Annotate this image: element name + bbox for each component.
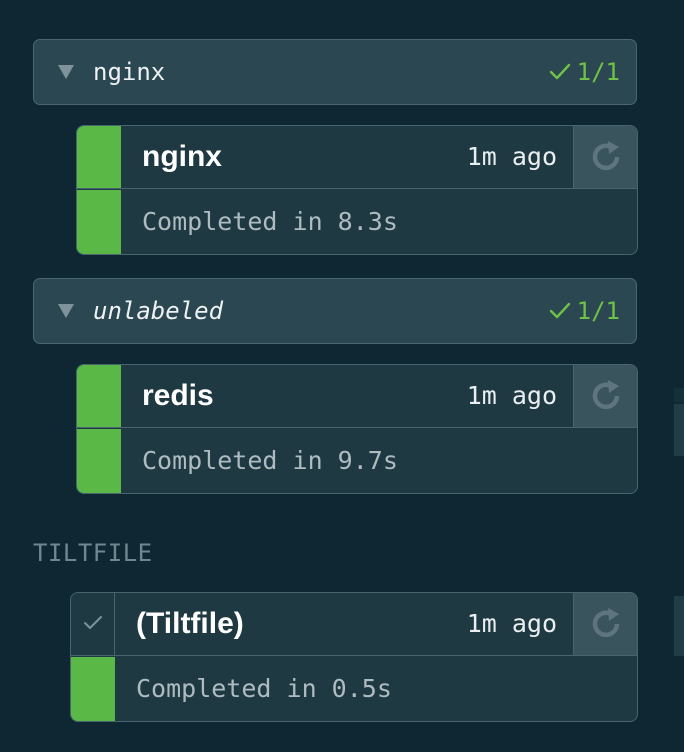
group-count-text: 1/1 xyxy=(576,297,620,325)
group-status-count: 1/1 xyxy=(549,296,620,326)
refresh-icon xyxy=(592,380,619,410)
resource-status: Completed in 9.7s xyxy=(142,446,398,475)
group-header-nginx[interactable]: nginx 1/1 xyxy=(33,39,637,105)
section-label-tiltfile: TILTFILE xyxy=(33,539,153,567)
edge-mark xyxy=(674,404,684,456)
status-stripe xyxy=(77,365,121,427)
status-stripe xyxy=(77,126,121,188)
trigger-update-button[interactable] xyxy=(573,593,637,655)
edge-mark xyxy=(674,596,684,656)
group-name: unlabeled xyxy=(93,297,224,325)
group-name: nginx xyxy=(93,58,166,86)
resource-card-redis[interactable]: redis 1m ago Completed in 9.7s xyxy=(76,364,638,494)
resource-name[interactable]: redis xyxy=(142,379,214,413)
refresh-icon xyxy=(592,141,619,171)
group-count-text: 1/1 xyxy=(576,58,620,86)
status-stripe xyxy=(71,593,115,655)
check-icon xyxy=(84,616,102,629)
status-stripe xyxy=(77,429,121,493)
check-icon xyxy=(549,302,570,319)
refresh-icon xyxy=(592,608,619,638)
status-stripe xyxy=(77,190,121,254)
trigger-update-button[interactable] xyxy=(573,126,637,188)
resource-age: 1m ago xyxy=(466,142,557,171)
check-icon xyxy=(549,63,570,80)
right-edge-strip xyxy=(670,0,684,752)
card-divider xyxy=(77,427,637,428)
group-status-count: 1/1 xyxy=(549,57,620,87)
resource-name[interactable]: nginx xyxy=(142,140,222,174)
caret-down-icon[interactable] xyxy=(58,304,74,318)
card-divider xyxy=(77,188,637,189)
edge-mark xyxy=(674,388,684,402)
trigger-update-button[interactable] xyxy=(573,365,637,427)
group-header-unlabeled[interactable]: unlabeled 1/1 xyxy=(33,278,637,344)
resource-age: 1m ago xyxy=(466,609,557,638)
resource-age: 1m ago xyxy=(466,381,557,410)
resource-card-tiltfile[interactable]: (Tiltfile) 1m ago Completed in 0.5s xyxy=(70,592,638,722)
resource-card-nginx[interactable]: nginx 1m ago Completed in 8.3s xyxy=(76,125,638,255)
caret-down-icon[interactable] xyxy=(58,65,74,79)
status-stripe xyxy=(71,657,115,721)
resource-status: Completed in 8.3s xyxy=(142,207,398,236)
card-divider xyxy=(71,655,637,656)
resource-status: Completed in 0.5s xyxy=(136,674,392,703)
resource-name[interactable]: (Tiltfile) xyxy=(136,607,244,641)
